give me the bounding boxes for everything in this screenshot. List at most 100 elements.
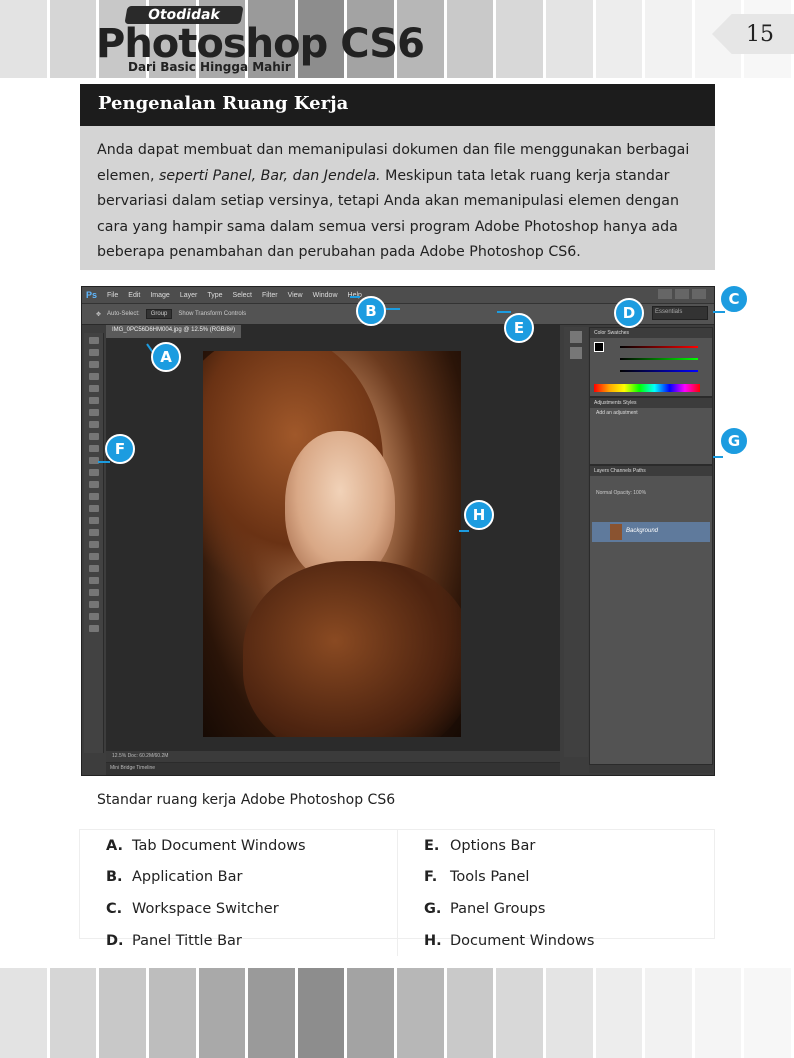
stripe xyxy=(645,0,692,78)
stripe xyxy=(0,0,47,78)
callout-b-arrow-right xyxy=(386,308,400,310)
menu-layer: Layer xyxy=(179,291,198,299)
legend-key: C. xyxy=(106,900,123,917)
document-tab: IMG_0PC56D6HM004.jpg @ 12.5% (RGB/8#) xyxy=(106,325,242,338)
callout-e: E xyxy=(504,313,534,343)
menu-view: View xyxy=(287,291,303,299)
blend-mode-row: Normal Opacity: 100% xyxy=(596,490,647,496)
legend-label: Workspace Switcher xyxy=(132,900,279,917)
panel-groups: Color Swatches Adjustments Styles Add an… xyxy=(589,327,713,773)
close-icon xyxy=(692,289,706,299)
layers-panel: Layers Channels Paths Normal Opacity: 10… xyxy=(589,465,713,765)
legend-label: Panel Groups xyxy=(450,900,546,917)
callout-legend: A. Tab Document Windows E. Options Bar B. A… xyxy=(79,829,715,957)
maximize-icon xyxy=(675,289,689,299)
window-controls xyxy=(658,289,706,299)
callout-a: A xyxy=(151,342,181,372)
legend-key: B. xyxy=(106,869,123,886)
stripe xyxy=(694,968,742,1058)
legend-item: D. Panel Tittle Bar xyxy=(80,925,397,957)
portrait-photo xyxy=(203,351,461,737)
adjustments-panel: Adjustments Styles Add an adjustment xyxy=(589,397,713,465)
stripe xyxy=(297,968,345,1058)
ps-logo: Ps xyxy=(86,290,98,300)
legend-key: G. xyxy=(424,900,442,917)
legend-label: Application Bar xyxy=(132,869,243,886)
document-window: IMG_0PC56D6HM004.jpg @ 12.5% (RGB/8#) xyxy=(106,325,560,765)
transform-controls-label: Show Transform Controls xyxy=(178,311,247,317)
stripe xyxy=(397,968,444,1058)
stripe xyxy=(446,0,494,78)
legend-item: G. Panel Groups xyxy=(397,893,714,925)
menu-file: File xyxy=(107,291,119,299)
stripe xyxy=(49,0,97,78)
stripe xyxy=(198,968,246,1058)
legend-label: Tools Panel xyxy=(450,869,530,886)
legend-item: A. Tab Document Windows xyxy=(80,830,397,862)
color-spectrum xyxy=(594,384,700,392)
collapsed-panel-icons xyxy=(564,327,588,757)
menu-select: Select xyxy=(232,291,252,299)
legend-label: Options Bar xyxy=(450,837,536,854)
stripe xyxy=(595,968,643,1058)
legend-item: B. Application Bar xyxy=(80,862,397,894)
callout-b-arrow-left xyxy=(350,296,360,298)
menu-edit: Edit xyxy=(128,291,141,299)
callout-c: C xyxy=(719,284,749,314)
stripe xyxy=(248,968,295,1058)
stripe xyxy=(496,0,543,78)
legend-key: A. xyxy=(106,837,123,854)
minimize-icon xyxy=(658,289,672,299)
legend-item: E. Options Bar xyxy=(397,830,714,862)
menu-window: Window xyxy=(312,291,338,299)
layers-panel-tabs: Layers Channels Paths xyxy=(590,466,712,476)
color-panel-tabs: Color Swatches xyxy=(590,328,712,338)
layer-row: Background xyxy=(592,522,710,542)
intro-paragraph: Anda dapat membuat dan memanipulasi doku… xyxy=(80,126,715,270)
callout-h: H xyxy=(464,500,494,530)
color-panel: Color Swatches xyxy=(589,327,713,397)
legend-label: Tab Document Windows xyxy=(132,837,306,854)
legend-label: Document Windows xyxy=(450,932,595,949)
section-title: Pengenalan Ruang Kerja xyxy=(80,84,715,126)
callout-d: D xyxy=(614,298,644,328)
stripe xyxy=(446,968,494,1058)
stripe xyxy=(0,968,47,1058)
callout-e-arrow xyxy=(497,311,511,313)
stripe xyxy=(545,0,593,78)
adjustments-panel-tabs: Adjustments Styles xyxy=(590,398,712,408)
menu-filter: Filter xyxy=(262,291,278,299)
logo-subtitle: Dari Basic Hingga Mahir xyxy=(128,60,291,74)
stripe xyxy=(148,968,196,1058)
book-logo: Otodidak Photoshop CS6 Dari Basic Hingga… xyxy=(96,6,436,76)
stripe xyxy=(347,968,394,1058)
auto-select-label: Auto-Select: xyxy=(107,311,140,317)
status-bar: 12.5% Doc: 60.2M/60.2M xyxy=(106,751,560,762)
legend-key: D. xyxy=(106,932,124,949)
legend-label: Panel Tittle Bar xyxy=(132,932,242,949)
stripe xyxy=(99,968,146,1058)
callout-f: F xyxy=(105,434,135,464)
menu-image: Image xyxy=(150,291,170,299)
layer-thumbnail xyxy=(610,524,622,540)
figure-caption: Standar ruang kerja Adobe Photoshop CS6 xyxy=(97,792,396,808)
move-tool-icon: ✥ xyxy=(96,311,102,318)
intro-text-italic: seperti Panel, Bar, dan Jendela. xyxy=(158,167,381,184)
adjustment-hint: Add an adjustment xyxy=(596,410,638,416)
menu-type: Type xyxy=(207,291,223,299)
legend-key: H. xyxy=(424,932,442,949)
stripe xyxy=(595,0,643,78)
callout-b: B xyxy=(356,296,386,326)
tools-panel xyxy=(84,333,104,753)
mini-bridge-bar: Mini Bridge Timeline xyxy=(106,763,560,775)
auto-select-dropdown: Group xyxy=(145,309,173,319)
legend-item: H. Document Windows xyxy=(397,924,714,957)
stripe xyxy=(49,968,97,1058)
legend-key: E. xyxy=(424,837,440,854)
stripe xyxy=(744,968,791,1058)
callout-f-arrow xyxy=(98,461,110,463)
foreground-swatch xyxy=(594,342,604,352)
callout-h-arrow xyxy=(459,530,469,532)
legend-item: C. Workspace Switcher xyxy=(80,893,397,925)
callout-c-arrow xyxy=(713,311,725,313)
